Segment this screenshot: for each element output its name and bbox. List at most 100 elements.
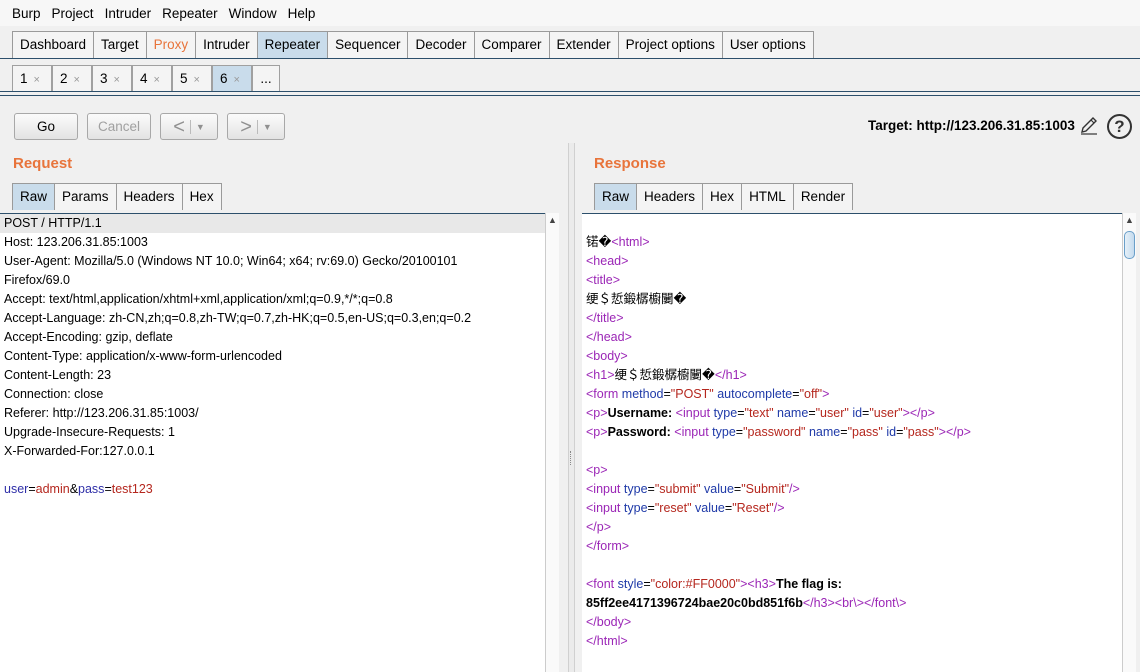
- response-line: [582, 214, 1122, 233]
- response-line: <head>: [586, 254, 629, 268]
- request-line: Upgrade-Insecure-Requests: 1: [4, 425, 175, 439]
- response-line: </html>: [586, 634, 628, 648]
- scroll-up-icon[interactable]: ▲: [548, 215, 557, 225]
- scroll-up-icon[interactable]: ▲: [1125, 215, 1134, 225]
- go-button[interactable]: Go: [14, 113, 78, 140]
- repeater-tab-1[interactable]: 1 ×: [12, 65, 52, 91]
- response-line: <input type="submit" value="Submit"/>: [586, 482, 800, 496]
- response-line: </body>: [586, 615, 632, 629]
- response-title: Response: [594, 155, 666, 172]
- repeater-tab-3[interactable]: 3 ×: [92, 65, 132, 91]
- repeater-tab-bar: 1 × 2 × 3 × 4 × 5 × 6 × ...: [12, 65, 280, 91]
- chevron-down-icon[interactable]: ▼: [196, 114, 205, 140]
- menu-window[interactable]: Window: [223, 6, 282, 21]
- tab-user-options[interactable]: User options: [721, 31, 814, 58]
- repeater-tab-divider: [0, 91, 1140, 92]
- response-tab-html[interactable]: HTML: [741, 183, 794, 210]
- response-line: <font style="color:#FF0000"><h3>The flag…: [586, 577, 842, 591]
- response-tab-hex[interactable]: Hex: [702, 183, 743, 210]
- request-line: Content-Length: 23: [4, 368, 112, 382]
- tab-intruder[interactable]: Intruder: [195, 31, 258, 58]
- tab-project-options[interactable]: Project options: [617, 31, 723, 58]
- request-line: POST / HTTP/1.1: [0, 214, 545, 233]
- response-tab-bar: Raw Headers Hex HTML Render: [594, 183, 854, 210]
- repeater-tab-6[interactable]: 6 ×: [212, 65, 252, 91]
- main-tab-bar: Dashboard Target Proxy Intruder Repeater…: [12, 31, 814, 58]
- response-line: </p>: [586, 520, 612, 534]
- separator: [256, 119, 258, 134]
- response-scrollbar[interactable]: ▲: [1122, 213, 1136, 672]
- response-line: <form method="POST" autocomplete="off">: [586, 387, 830, 401]
- response-line: [582, 442, 1122, 461]
- menu-project[interactable]: Project: [46, 6, 99, 21]
- pencil-icon[interactable]: [1078, 114, 1100, 136]
- request-line: Connection: close: [4, 387, 104, 401]
- menu-repeater[interactable]: Repeater: [156, 6, 223, 21]
- target-label: Target: http://123.206.31.85:1003: [868, 118, 1075, 133]
- close-icon[interactable]: ×: [74, 74, 80, 86]
- request-tab-raw[interactable]: Raw: [12, 183, 56, 210]
- request-line: Accept-Encoding: gzip, deflate: [4, 330, 173, 344]
- close-icon[interactable]: ×: [194, 74, 200, 86]
- response-tab-headers[interactable]: Headers: [636, 183, 704, 210]
- response-line: 锘�<html>: [586, 235, 650, 249]
- tab-comparer[interactable]: Comparer: [473, 31, 550, 58]
- repeater-tab-divider-2: [0, 95, 1140, 96]
- request-line: Accept: text/html,application/xhtml+xml,…: [4, 292, 393, 306]
- tab-proxy[interactable]: Proxy: [145, 31, 197, 58]
- request-line: Content-Type: application/x-www-form-url…: [4, 349, 282, 363]
- flag-value: 85ff2ee4171396724bae20c0bd851f6b: [586, 596, 803, 610]
- forward-button[interactable]: > ▼: [227, 113, 285, 140]
- tab-repeater[interactable]: Repeater: [256, 31, 329, 58]
- tab-decoder[interactable]: Decoder: [407, 31, 475, 58]
- request-line: X-Forwarded-For:127.0.0.1: [4, 444, 155, 458]
- request-scrollbar[interactable]: ▲: [545, 213, 559, 672]
- response-flag-line: 85ff2ee4171396724bae20c0bd851f6b</h3><br…: [586, 596, 907, 610]
- back-button[interactable]: < ▼: [160, 113, 218, 140]
- request-tab-headers[interactable]: Headers: [115, 183, 183, 210]
- scrollbar-thumb[interactable]: [1124, 231, 1135, 259]
- close-icon[interactable]: ×: [234, 74, 240, 86]
- menu-burp[interactable]: Burp: [6, 6, 46, 21]
- request-line: Referer: http://123.206.31.85:1003/: [4, 406, 199, 420]
- tab-dashboard[interactable]: Dashboard: [12, 31, 95, 58]
- response-line: <title>: [586, 273, 621, 287]
- chevron-right-icon: >: [240, 115, 252, 138]
- request-line: Firefox/69.0: [4, 273, 71, 287]
- chevron-down-icon[interactable]: ▼: [263, 114, 272, 140]
- response-line: </title>: [586, 311, 624, 325]
- close-icon[interactable]: ×: [34, 74, 40, 86]
- tab-target[interactable]: Target: [93, 31, 147, 58]
- response-line: <p>Password: <input type="password" name…: [586, 425, 971, 439]
- tab-extender[interactable]: Extender: [548, 31, 619, 58]
- repeater-tab-5[interactable]: 5 ×: [172, 65, 212, 91]
- request-line: Accept-Language: zh-CN,zh;q=0.8,zh-TW;q=…: [4, 311, 472, 325]
- request-tab-params[interactable]: Params: [54, 183, 117, 210]
- response-editor[interactable]: 锘�<html> <head> <title> 绠＄悊鍛樼櫥闄� </title…: [582, 213, 1122, 672]
- response-line: 绠＄悊鍛樼櫥闄�: [586, 292, 687, 306]
- repeater-tab-2[interactable]: 2 ×: [52, 65, 92, 91]
- help-icon[interactable]: ?: [1107, 114, 1132, 139]
- close-icon[interactable]: ×: [154, 74, 160, 86]
- request-tab-hex[interactable]: Hex: [181, 183, 222, 210]
- request-title: Request: [13, 155, 73, 172]
- response-tab-raw[interactable]: Raw: [594, 183, 638, 210]
- request-line: Host: 123.206.31.85:1003: [4, 235, 148, 249]
- close-icon[interactable]: ×: [114, 74, 120, 86]
- repeater-tab-new[interactable]: ...: [252, 65, 280, 91]
- response-line: </head>: [586, 330, 632, 344]
- split-divider[interactable]: [568, 143, 575, 672]
- response-tab-render[interactable]: Render: [792, 183, 854, 210]
- repeater-tab-4[interactable]: 4 ×: [132, 65, 172, 91]
- menu-help[interactable]: Help: [282, 6, 321, 21]
- request-editor[interactable]: POST / HTTP/1.1 Host: 123.206.31.85:1003…: [0, 213, 545, 672]
- request-line: User-Agent: Mozilla/5.0 (Windows NT 10.0…: [4, 254, 458, 268]
- tab-sequencer[interactable]: Sequencer: [327, 31, 409, 58]
- response-line: <p>Username: <input type="text" name="us…: [586, 406, 935, 420]
- separator: [189, 119, 191, 134]
- request-tab-bar: Raw Params Headers Hex: [12, 183, 222, 210]
- request-body: user=admin&pass=test123: [4, 482, 153, 496]
- menu-intruder[interactable]: Intruder: [99, 6, 157, 21]
- response-line: <body>: [586, 349, 628, 363]
- cancel-button[interactable]: Cancel: [87, 113, 151, 140]
